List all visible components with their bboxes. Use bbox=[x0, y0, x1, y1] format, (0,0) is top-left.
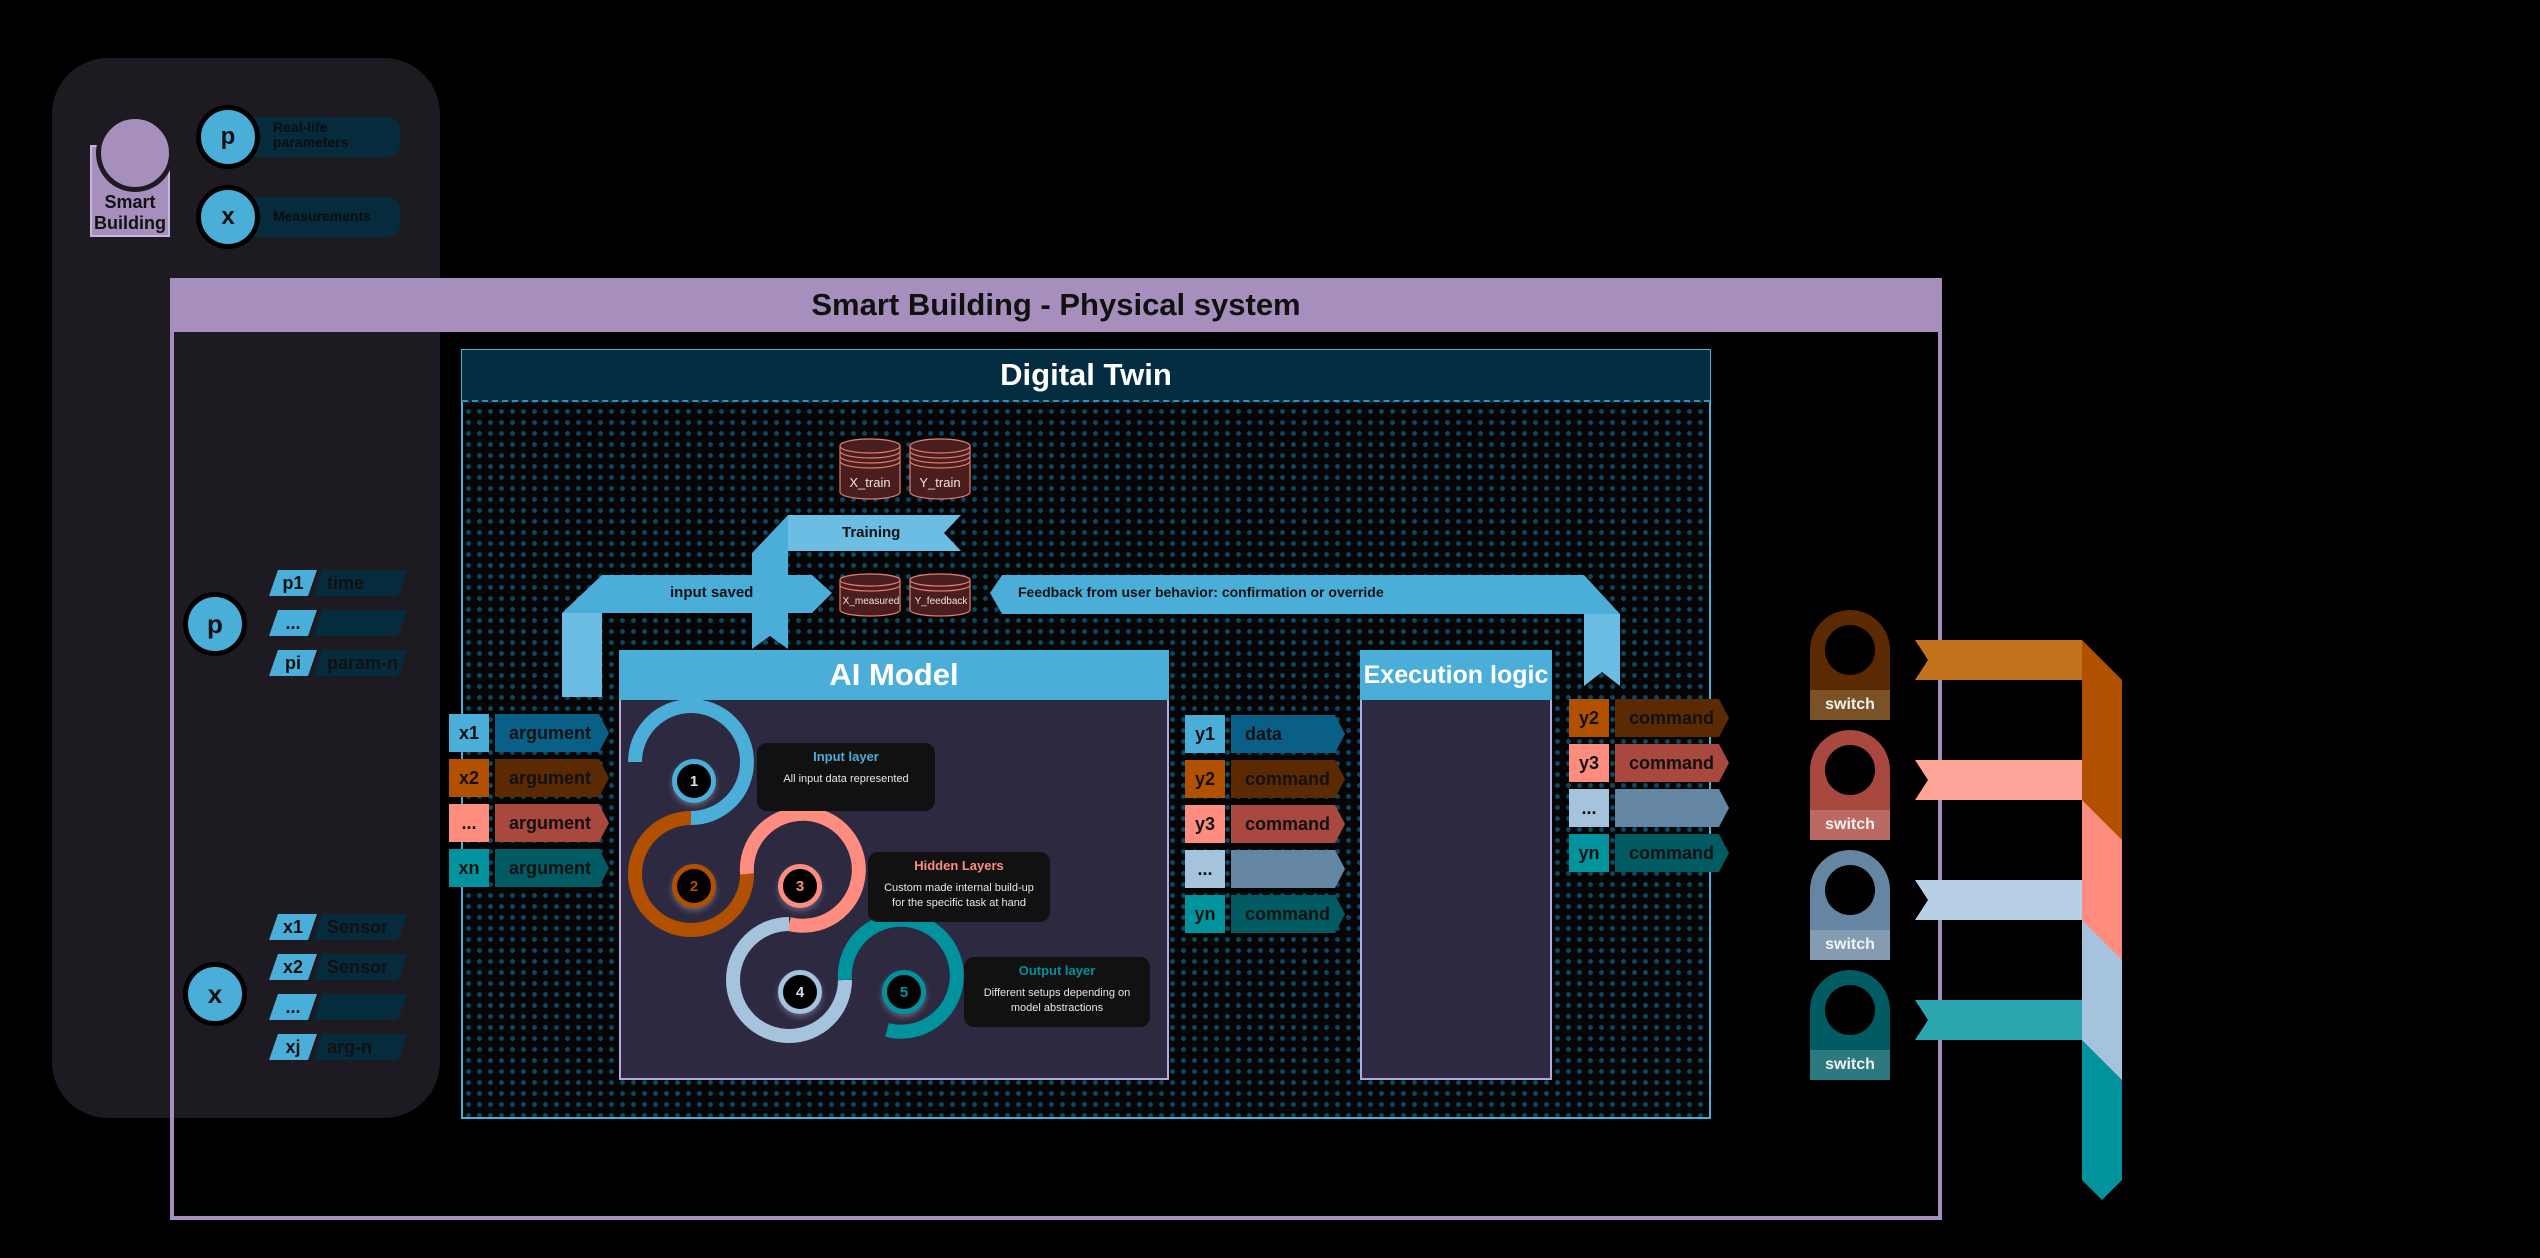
switch-body[interactable] bbox=[1810, 850, 1890, 930]
output-value-row-value: command bbox=[1231, 805, 1345, 843]
output-layer-card: Output layer Different setups depending … bbox=[964, 957, 1150, 1027]
output-value-row-value: command bbox=[1231, 760, 1345, 798]
activate-label: Activate bbox=[1940, 1011, 1999, 1028]
switch-hole-icon bbox=[1825, 745, 1875, 795]
db-y-feedback-label: Y_feedback bbox=[914, 596, 968, 607]
activate-label: Activate bbox=[1940, 891, 1999, 908]
input-argument-row-value: argument bbox=[495, 714, 609, 752]
database-icon bbox=[909, 573, 971, 617]
ai-model-title: AI Model bbox=[619, 650, 1169, 700]
feedback-label: Feedback from user behavior: confirmatio… bbox=[1018, 584, 1384, 600]
database-icon bbox=[909, 438, 971, 500]
switch-label: switch bbox=[1810, 930, 1890, 960]
execution-command-row-value bbox=[1615, 789, 1729, 827]
output-value-row-value: command bbox=[1231, 895, 1345, 933]
input-layer-title: Input layer bbox=[813, 749, 879, 764]
flow-ribbons bbox=[562, 515, 1620, 697]
output-value-row-value: data bbox=[1231, 715, 1345, 753]
output-value-row-key: ... bbox=[1185, 850, 1225, 888]
execution-command-row-key: yn bbox=[1569, 834, 1609, 872]
input-argument-row-key: xn bbox=[449, 849, 489, 887]
layer-node: 4 bbox=[778, 970, 822, 1014]
execution-command-row-key: y3 bbox=[1569, 744, 1609, 782]
hidden-layers-card: Hidden Layers Custom made internal build… bbox=[868, 852, 1050, 922]
training-label: Training bbox=[842, 524, 901, 541]
switch-body[interactable] bbox=[1810, 610, 1890, 690]
hidden-layers-title: Hidden Layers bbox=[914, 858, 1004, 873]
layer-node: 5 bbox=[882, 970, 926, 1014]
switch-label: switch bbox=[1810, 1050, 1890, 1080]
switch-hole-icon bbox=[1825, 865, 1875, 915]
feedback-ribbon-tail bbox=[1584, 614, 1620, 686]
output-value-row-key: yn bbox=[1185, 895, 1225, 933]
activate-label: Activate bbox=[1940, 651, 1999, 668]
switch-hole-icon bbox=[1825, 985, 1875, 1035]
database-icon bbox=[839, 573, 901, 617]
input-argument-row-key: ... bbox=[449, 804, 489, 842]
hidden-layers-text: Custom made internal build-up for the sp… bbox=[884, 882, 1034, 909]
activate-label: Activate bbox=[1940, 771, 1999, 788]
switch-label: switch bbox=[1810, 690, 1890, 720]
layer-node: 3 bbox=[778, 864, 822, 908]
db-x-train-label: X_train bbox=[849, 475, 891, 490]
switch-body[interactable] bbox=[1810, 970, 1890, 1050]
switch-label: switch bbox=[1810, 810, 1890, 840]
live-databases bbox=[839, 573, 971, 617]
output-value-row-key: y2 bbox=[1185, 760, 1225, 798]
output-value-row-value bbox=[1231, 850, 1345, 888]
input-argument-row-value: argument bbox=[495, 849, 609, 887]
input-layer-card: Input layer All input data represented bbox=[757, 743, 935, 811]
layer-node: 2 bbox=[672, 864, 716, 908]
training-ribbon-stem bbox=[752, 515, 788, 649]
input-argument-row-value: argument bbox=[495, 759, 609, 797]
input-argument-row-key: x2 bbox=[449, 759, 489, 797]
input-argument-row-key: x1 bbox=[449, 714, 489, 752]
execution-command-row-value: command bbox=[1615, 744, 1729, 782]
execution-command-row-value: command bbox=[1615, 699, 1729, 737]
execution-command-row-value: command bbox=[1615, 834, 1729, 872]
layer-node: 1 bbox=[672, 759, 716, 803]
switch-body[interactable] bbox=[1810, 730, 1890, 810]
switch-hole-icon bbox=[1825, 625, 1875, 675]
input-saved-label: input saved bbox=[670, 584, 754, 601]
output-layer-text: Different setups depending on model abst… bbox=[983, 987, 1131, 1014]
db-x-measured-label: X_measured bbox=[842, 596, 900, 607]
execution-command-row-key: ... bbox=[1569, 789, 1609, 827]
output-layer-title: Output layer bbox=[1018, 963, 1096, 978]
training-databases bbox=[839, 438, 971, 500]
output-value-row-key: y1 bbox=[1185, 715, 1225, 753]
execution-logic-box bbox=[1360, 650, 1552, 1080]
database-icon bbox=[839, 438, 901, 500]
db-y-train-label: Y_train bbox=[919, 475, 961, 490]
input-argument-row-value: argument bbox=[495, 804, 609, 842]
output-value-row-key: y3 bbox=[1185, 805, 1225, 843]
execution-command-row-key: y2 bbox=[1569, 699, 1609, 737]
input-layer-text: All input data represented bbox=[783, 773, 909, 785]
execution-logic-title: Execution logic bbox=[1360, 650, 1552, 700]
